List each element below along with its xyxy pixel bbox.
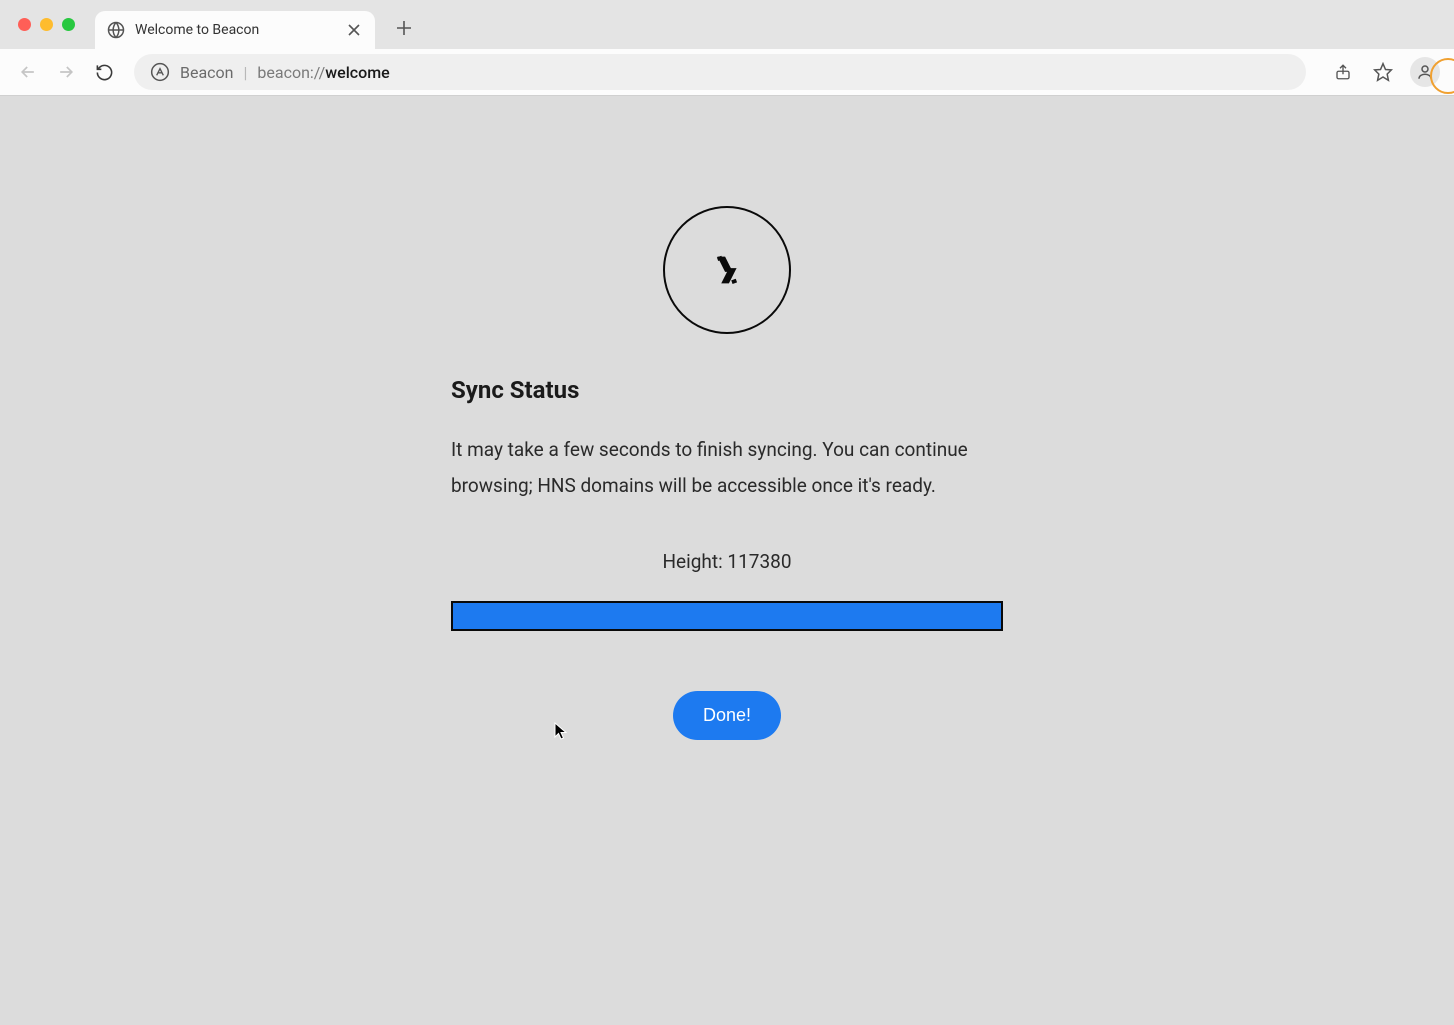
toolbar-right [1330,57,1440,87]
window-close-button[interactable] [18,18,31,31]
sync-description: It may take a few seconds to finish sync… [451,432,1003,504]
site-icon [150,62,170,82]
done-button[interactable]: Done! [673,691,781,740]
reload-button[interactable] [90,58,118,86]
content-block: Sync Status It may take a few seconds to… [451,376,1003,740]
address-divider: | [244,63,248,82]
handshake-logo-icon [704,247,750,293]
new-tab-button[interactable] [389,13,419,43]
globe-icon [107,21,125,39]
page-content: Sync Status It may take a few seconds to… [0,96,1454,1025]
height-label: Height: [663,550,723,573]
close-icon[interactable] [345,21,363,39]
page-title: Sync Status [451,376,1003,404]
star-icon[interactable] [1370,59,1396,85]
forward-button[interactable] [52,58,80,86]
window-controls [18,18,75,31]
window-minimize-button[interactable] [40,18,53,31]
share-icon[interactable] [1330,59,1356,85]
tab-title: Welcome to Beacon [135,22,335,38]
app-logo [663,206,791,334]
address-protocol: beacon:// [257,63,325,82]
browser-tab[interactable]: Welcome to Beacon [95,11,375,49]
address-product-name: Beacon [180,63,234,82]
browser-toolbar: Beacon | beacon://welcome [0,49,1454,95]
sync-height: Height: 117380 [451,550,1003,573]
browser-chrome: Welcome to Beacon [0,0,1454,96]
sync-progress-bar [451,601,1003,631]
address-path: welcome [325,63,389,82]
tab-bar: Welcome to Beacon [0,0,1454,49]
address-text: Beacon | beacon://welcome [180,63,390,82]
back-button[interactable] [14,58,42,86]
window-maximize-button[interactable] [62,18,75,31]
address-bar[interactable]: Beacon | beacon://welcome [134,54,1306,90]
height-value: 117380 [727,550,791,573]
